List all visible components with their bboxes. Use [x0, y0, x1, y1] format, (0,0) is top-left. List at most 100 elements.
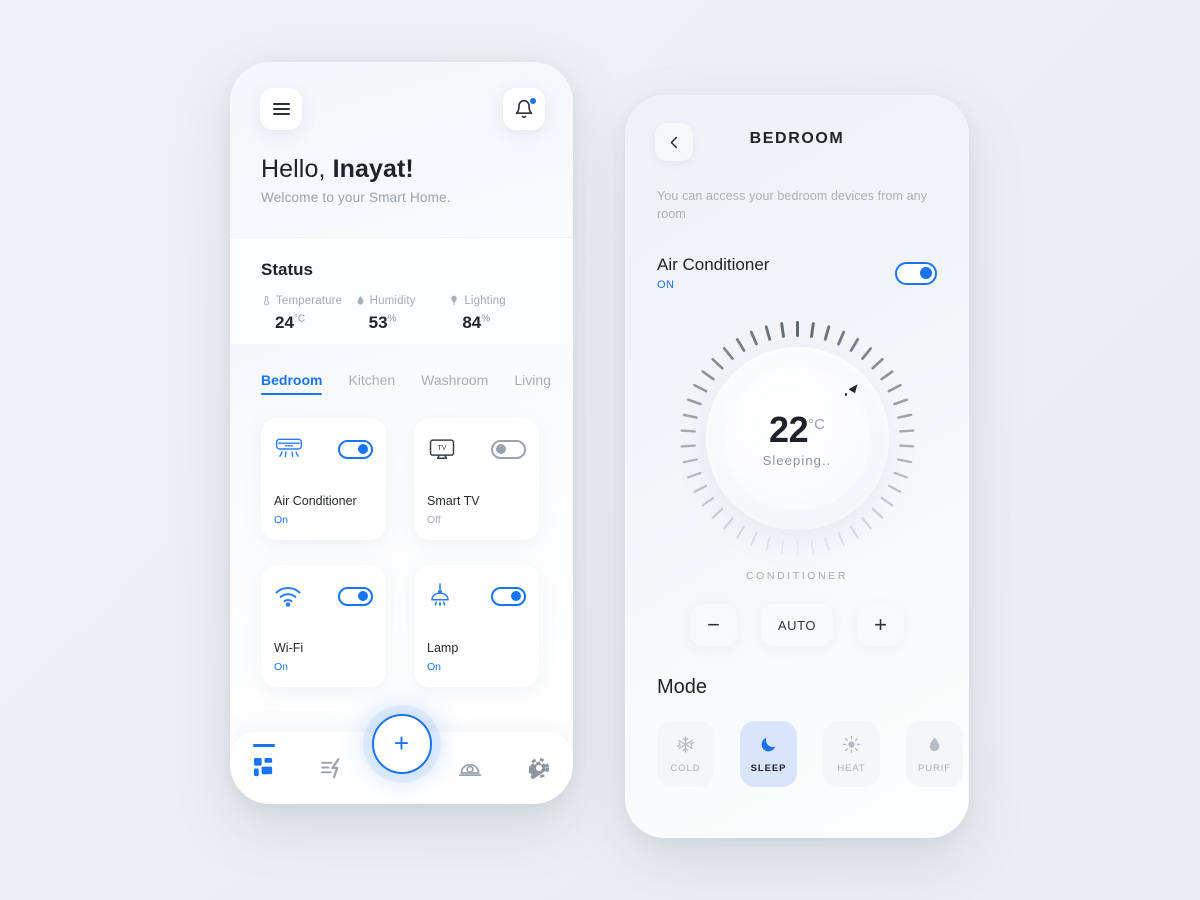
device-card-header: [274, 432, 373, 466]
nav-item-energy[interactable]: [299, 732, 368, 804]
dial-temperature-value: 22°C: [769, 409, 825, 451]
room-device-toggle[interactable]: [895, 261, 937, 285]
tab-washroom[interactable]: Washroom: [421, 372, 488, 395]
device-toggle[interactable]: [338, 439, 373, 459]
room-title: BEDROOM: [749, 130, 845, 147]
room-device-info: Air Conditioner ON: [657, 255, 769, 291]
increase-temperature-button[interactable]: +: [857, 604, 904, 647]
device-name: Air Conditioner: [274, 494, 357, 508]
dashboard-grid-icon: [253, 757, 272, 776]
dial-caption: CONDITIONER: [745, 570, 849, 583]
status-metric-label: Lighting: [448, 294, 542, 307]
device-card-smart-tv[interactable]: TV Smart TV Off: [414, 418, 539, 540]
tab-living-room[interactable]: Living: [514, 372, 551, 395]
droplet-icon: [357, 296, 364, 305]
status-metric-temperature: Temperature 24°C: [261, 294, 355, 333]
home-screen-phone: Hello, Inayat! Welcome to your Smart Hom…: [230, 62, 573, 804]
mode-section-heading: Mode: [657, 676, 708, 699]
status-metric-value: 24°C: [275, 313, 306, 332]
device-state: Off: [427, 514, 441, 526]
lamp-icon: [431, 583, 449, 607]
water-drop-icon: [929, 737, 940, 751]
device-state: On: [274, 661, 289, 673]
device-card-air-conditioner[interactable]: Air Conditioner On: [261, 418, 386, 540]
status-metric-label: Temperature: [261, 294, 355, 307]
settings-gear-icon: [528, 757, 549, 779]
thermometer-icon: [264, 295, 269, 306]
status-heading: Status: [261, 260, 313, 279]
room-device-row: Air Conditioner ON: [657, 255, 937, 291]
notification-bell-icon: [514, 98, 536, 119]
device-card-header: [427, 579, 526, 613]
temperature-dial[interactable]: 22°C Sleeping..: [680, 321, 915, 556]
device-card-header: [274, 579, 373, 613]
page-title: Hello, Inayat!: [261, 155, 414, 184]
tab-kitchen[interactable]: Kitchen: [348, 372, 395, 395]
greeting-prefix: Hello,: [261, 155, 333, 183]
device-name: Smart TV: [427, 494, 480, 508]
room-device-name: Air Conditioner: [657, 255, 770, 275]
auto-mode-button[interactable]: AUTO: [761, 604, 833, 647]
snowflake-icon: [676, 736, 695, 753]
greeting-name: Inayat!: [332, 155, 414, 183]
device-state: On: [427, 661, 442, 673]
status-metric-humidity: Humidity 53%: [355, 294, 449, 333]
room-device-state: ON: [657, 279, 675, 292]
room-description: You can access your bedroom devices from…: [657, 189, 928, 222]
device-state: On: [274, 514, 289, 526]
nav-item-camera[interactable]: [436, 732, 505, 804]
svg-text:TV: TV: [437, 445, 446, 452]
status-metric-label: Humidity: [355, 294, 449, 307]
status-metrics-row: Temperature 24°C Humidity 53% Lighting 8…: [261, 294, 542, 333]
mode-option-heat[interactable]: HEAT: [823, 721, 880, 788]
dial-status-text: Sleeping..: [762, 453, 832, 469]
room-tabs: Bedroom Kitchen Washroom Living: [230, 344, 573, 395]
mode-label: PURIF: [918, 762, 951, 774]
tv-icon: TV: [429, 439, 455, 460]
notification-badge-dot: [530, 98, 536, 104]
bulb-icon: [451, 295, 458, 305]
device-toggle[interactable]: [491, 586, 526, 606]
tab-bedroom[interactable]: Bedroom: [261, 372, 323, 395]
mode-option-sleep[interactable]: SLEEP: [740, 721, 797, 788]
status-panel: Status Temperature 24°C Humidity 53% Lig…: [230, 237, 573, 344]
greeting-subtitle: Welcome to your Smart Home.: [261, 190, 451, 205]
hamburger-menu-icon: [272, 100, 290, 119]
sun-icon: [842, 735, 861, 754]
device-card-grid: Air Conditioner On TV Smart TV Off Wi-Fi…: [230, 395, 573, 687]
device-toggle[interactable]: [338, 586, 373, 606]
screenshot-canvas: Hello, Inayat! Welcome to your Smart Hom…: [0, 0, 1200, 900]
status-metric-value: 53%: [368, 313, 397, 332]
dial-handle-dot-icon: [844, 393, 847, 396]
mode-label: HEAT: [837, 762, 866, 774]
menu-button[interactable]: [260, 88, 302, 130]
nav-item-dashboard[interactable]: [230, 732, 299, 804]
mode-selector: COLD SLEEP HEAT PURIF: [625, 699, 969, 788]
room-detail-phone: BEDROOM You can access your bedroom devi…: [625, 95, 969, 838]
device-name: Lamp: [427, 641, 459, 655]
device-toggle[interactable]: [491, 439, 526, 459]
status-metric-lighting: Lighting 84%: [448, 294, 542, 333]
add-device-button[interactable]: +: [371, 714, 432, 774]
device-card-wifi[interactable]: Wi-Fi On: [261, 565, 386, 687]
energy-bolt-icon: [321, 757, 340, 778]
decrease-temperature-button[interactable]: −: [690, 604, 737, 647]
temperature-controls: − AUTO +: [625, 604, 969, 647]
mode-option-purifier[interactable]: PURIF: [906, 721, 963, 788]
device-name: Wi-Fi: [274, 641, 304, 655]
device-card-header: TV: [427, 432, 526, 466]
room-header: BEDROOM: [625, 95, 969, 187]
mode-label: SLEEP: [750, 762, 787, 774]
mode-label: COLD: [670, 762, 701, 774]
moon-icon: [761, 737, 776, 752]
device-card-lamp[interactable]: Lamp On: [414, 565, 539, 687]
air-conditioner-icon: [275, 438, 303, 458]
nav-item-settings[interactable]: [504, 732, 573, 804]
mode-option-cold[interactable]: COLD: [657, 721, 714, 788]
status-metric-value: 84%: [462, 313, 491, 332]
camera-icon: [458, 763, 482, 776]
notifications-button[interactable]: [503, 88, 545, 130]
bottom-navigation-bar: +: [230, 714, 573, 804]
wifi-icon: [275, 587, 301, 607]
plus-icon: +: [393, 727, 410, 758]
